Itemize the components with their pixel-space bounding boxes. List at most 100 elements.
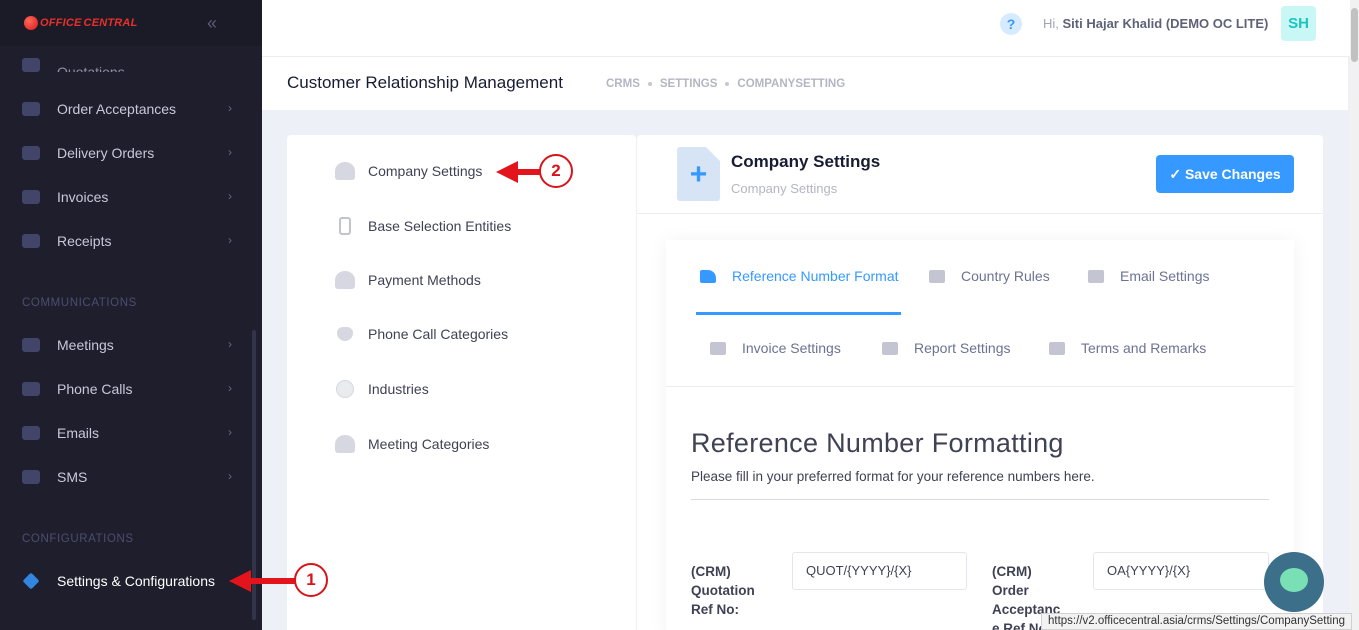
quotation-ref-label: (CRM) Quotation Ref No: xyxy=(691,562,767,619)
save-button-label: Save Changes xyxy=(1184,166,1281,182)
tab-invoice-settings[interactable]: Invoice Settings xyxy=(710,340,841,356)
sidebar-item-emails[interactable]: Emails › xyxy=(0,413,262,453)
chevron-right-icon: › xyxy=(228,233,232,247)
breadcrumb-item[interactable]: SETTINGS xyxy=(660,78,718,90)
label-line: Order xyxy=(992,583,1029,598)
settings-item-company-settings[interactable]: Company Settings xyxy=(335,162,482,180)
sidebar-item-receipts[interactable]: Receipts › xyxy=(0,221,262,261)
sidebar-item-label: Emails xyxy=(57,425,100,441)
sidebar-item-invoices[interactable]: Invoices › xyxy=(0,177,262,217)
tabs-divider xyxy=(666,386,1294,387)
logo-ball-icon xyxy=(24,16,38,30)
sidebar-item-label: Meetings xyxy=(57,337,114,353)
arrow-shaft xyxy=(247,578,295,584)
meeting-icon xyxy=(22,338,40,352)
settings-item-label: Payment Methods xyxy=(368,272,481,288)
settings-diamond-icon xyxy=(22,572,40,590)
active-tab-indicator xyxy=(696,312,901,315)
avatar[interactable]: SH xyxy=(1281,6,1316,41)
tab-report-settings[interactable]: Report Settings xyxy=(882,340,1011,356)
user-icon xyxy=(335,162,355,180)
label-line: (CRM) xyxy=(691,564,731,579)
chevron-right-icon: › xyxy=(228,145,232,159)
company-settings-card: + Company Settings Company Settings ✓ Sa… xyxy=(637,135,1323,630)
mobile-icon xyxy=(339,217,351,235)
receipt-icon xyxy=(22,234,40,248)
sidebar-item-order-acceptances[interactable]: Order Acceptances › xyxy=(0,89,262,129)
tab-terms-and-remarks[interactable]: Terms and Remarks xyxy=(1049,340,1206,356)
settings-item-phone-call-categories[interactable]: Phone Call Categories xyxy=(335,326,508,342)
label-line: Quotation xyxy=(691,583,755,598)
tab-reference-number-format[interactable]: Reference Number Format xyxy=(700,268,899,284)
greeting-prefix: Hi, xyxy=(1043,16,1059,31)
settings-item-payment-methods[interactable]: Payment Methods xyxy=(335,271,481,289)
tab-email-settings[interactable]: Email Settings xyxy=(1088,268,1209,284)
sidebar-item-phone-calls[interactable]: Phone Calls › xyxy=(0,369,262,409)
smile-icon xyxy=(336,380,354,398)
phone-icon xyxy=(22,382,40,396)
chevron-right-icon: › xyxy=(228,381,232,395)
card-subtitle: Company Settings xyxy=(731,181,838,196)
settings-menu-card: Company Settings Base Selection Entities… xyxy=(287,135,636,630)
tab-label: Country Rules xyxy=(961,268,1050,284)
sidebar-item-label: Receipts xyxy=(57,233,112,249)
status-url-tooltip: https://v2.officecentral.asia/crms/Setti… xyxy=(1041,613,1353,630)
chevron-right-icon: › xyxy=(228,469,232,483)
chat-bubble-icon xyxy=(1280,568,1308,592)
brand-bar: OFFICE CENTRAL « xyxy=(0,0,262,46)
sidebar-item-delivery-orders[interactable]: Delivery Orders › xyxy=(0,133,262,173)
page-title: Customer Relationship Management xyxy=(287,73,563,92)
officecentral-logo[interactable]: OFFICE CENTRAL xyxy=(24,16,138,30)
card-title: Company Settings xyxy=(731,152,881,171)
section-description: Please fill in your preferred format for… xyxy=(691,469,1095,484)
settings-item-label: Phone Call Categories xyxy=(368,326,509,342)
order-acceptance-ref-input[interactable]: OA{YYYY}/{X} xyxy=(1093,552,1269,590)
sidebar-item-sms[interactable]: SMS › xyxy=(0,457,262,497)
annotation-arrow-1 xyxy=(229,570,295,592)
add-document-icon: + xyxy=(677,147,720,201)
settings-item-base-selection-entities[interactable]: Base Selection Entities xyxy=(335,217,511,235)
label-line: (CRM) xyxy=(992,564,1032,579)
sidebar-item-meetings[interactable]: Meetings › xyxy=(0,325,262,365)
settings-item-label: Base Selection Entities xyxy=(368,218,512,234)
user-name: Siti Hajar Khalid (DEMO OC LITE) xyxy=(1062,16,1269,31)
sms-icon xyxy=(22,470,40,484)
breadcrumb-item[interactable]: COMPANYSETTING xyxy=(737,78,845,90)
chat-widget-button[interactable] xyxy=(1264,552,1324,612)
browser-scrollbar-thumb[interactable] xyxy=(1351,8,1358,62)
annotation-arrow-2 xyxy=(496,161,540,183)
sidebar-item-label: Settings & Configurations xyxy=(57,573,215,589)
quotation-ref-input[interactable]: QUOT/{YYYY}/{X} xyxy=(792,552,967,590)
collapse-sidebar-icon[interactable]: « xyxy=(207,14,227,32)
quotation-icon xyxy=(22,58,40,72)
annotation-badge-1: 1 xyxy=(294,563,328,597)
settings-item-meeting-categories[interactable]: Meeting Categories xyxy=(335,435,489,453)
settings-item-label: Industries xyxy=(368,381,429,397)
annotation-badge-2: 2 xyxy=(539,154,573,188)
settings-item-label: Meeting Categories xyxy=(368,436,490,452)
tab-country-rules[interactable]: Country Rules xyxy=(929,268,1050,284)
breadcrumb-separator xyxy=(647,82,652,86)
breadcrumb-separator xyxy=(725,82,730,86)
user-greeting[interactable]: Hi, Siti Hajar Khalid (DEMO OC LITE) xyxy=(1043,16,1268,31)
sidebar-item-label: SMS xyxy=(57,469,88,485)
arrow-head xyxy=(496,161,518,183)
order-acceptance-icon xyxy=(22,102,40,116)
browser-scrollbar[interactable] xyxy=(1350,0,1359,630)
sidebar-item-label: Quotations xyxy=(57,64,125,72)
sidebar-item-quotations[interactable]: Quotations xyxy=(0,46,262,72)
settings-item-industries[interactable]: Industries xyxy=(335,380,429,398)
globe-icon xyxy=(929,269,945,283)
comment-icon xyxy=(1049,341,1065,355)
arrow-head xyxy=(229,570,251,592)
chevron-right-icon: › xyxy=(228,189,232,203)
help-icon[interactable]: ? xyxy=(1000,13,1022,35)
sidebar-item-settings-configurations[interactable]: Settings & Configurations xyxy=(0,561,262,601)
sidebar-item-label: Order Acceptances xyxy=(57,101,177,117)
group-icon xyxy=(335,435,355,453)
save-changes-button[interactable]: ✓ Save Changes xyxy=(1156,155,1294,193)
invoice-icon xyxy=(22,190,40,204)
tab-label: Email Settings xyxy=(1120,268,1210,284)
tab-label: Terms and Remarks xyxy=(1081,340,1207,356)
breadcrumb-item[interactable]: CRMS xyxy=(606,78,640,90)
